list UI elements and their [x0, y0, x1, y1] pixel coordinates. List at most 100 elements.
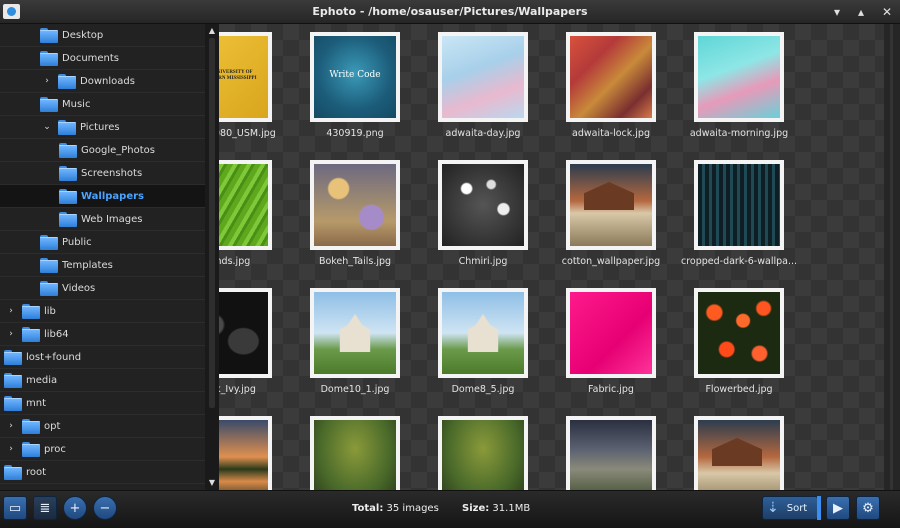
window-maximize-button[interactable]: ▴: [852, 3, 870, 21]
folder-tree-scrollbar[interactable]: ▲ ▼: [205, 24, 219, 490]
thumbnail-item[interactable]: Dark_Ivy.jpg: [219, 280, 292, 408]
sidebar-item-documents[interactable]: Documents: [0, 47, 205, 70]
chevron-right-icon[interactable]: ›: [6, 329, 16, 339]
thumbnail-item[interactable]: [219, 408, 292, 490]
sidebar-item-lost-found[interactable]: lost+found: [0, 346, 205, 369]
thumbnail-frame[interactable]: [219, 416, 272, 490]
thumbnail-frame[interactable]: THE UNIVERSITY OF SOUTHERN MISSISSIPPI: [219, 32, 272, 122]
folder-icon: [4, 373, 22, 388]
thumbnail-frame[interactable]: [438, 416, 528, 490]
thumbnail-item[interactable]: Fabric.jpg: [546, 280, 676, 408]
thumbnail-frame[interactable]: [438, 32, 528, 122]
sidebar-item-media[interactable]: media: [0, 369, 205, 392]
thumbnail-image: [442, 36, 524, 118]
sort-button[interactable]: ⇣ Sort: [762, 496, 818, 520]
sidebar-item-screenshots[interactable]: Screenshots: [0, 162, 205, 185]
sidebar-item-templates[interactable]: Templates: [0, 254, 205, 277]
status-size: Size: 31.1MB: [462, 503, 530, 514]
zoom-out-button[interactable]: −: [93, 496, 117, 520]
thumbnail-frame[interactable]: [694, 288, 784, 378]
thumbnail-frame[interactable]: [438, 160, 528, 250]
chevron-right-icon[interactable]: ›: [6, 421, 16, 431]
scrollbar-track[interactable]: [890, 24, 893, 490]
thumbnail-frame[interactable]: [219, 160, 272, 250]
show-folders-button[interactable]: ▭: [3, 496, 27, 520]
thumbnail-item[interactable]: adwaita-day.jpg: [418, 24, 548, 152]
thumbnail-item[interactable]: Flowerbed.jpg: [674, 280, 804, 408]
sidebar-item-root[interactable]: root: [0, 461, 205, 484]
folder-icon: [40, 51, 58, 66]
thumbnail-image: [698, 164, 780, 246]
thumbnail-item[interactable]: Chmiri.jpg: [418, 152, 548, 280]
thumbnail-frame[interactable]: [566, 288, 656, 378]
list-view-button[interactable]: ≣: [33, 496, 57, 520]
thumbnail-frame[interactable]: [438, 288, 528, 378]
sidebar-item-lib64[interactable]: › lib64: [0, 323, 205, 346]
chevron-down-icon[interactable]: ⌄: [42, 122, 52, 132]
app-icon[interactable]: [3, 4, 20, 19]
thumbnail-item[interactable]: [546, 408, 676, 490]
thumbnail-frame[interactable]: Write Code: [310, 32, 400, 122]
thumbnail-item[interactable]: Blinds.jpg: [219, 152, 292, 280]
thumbnail-image: [570, 164, 652, 246]
zoom-in-button[interactable]: +: [63, 496, 87, 520]
thumbnail-image: [219, 292, 268, 374]
thumbnail-filename: 430919.png: [326, 128, 384, 139]
folder-icon: [4, 396, 22, 411]
thumbnail-item[interactable]: [418, 408, 548, 490]
chevron-right-icon[interactable]: ›: [6, 444, 16, 454]
window-menu-button[interactable]: ▾: [828, 3, 846, 21]
thumbnail-item[interactable]: Write Code 430919.png: [290, 24, 420, 152]
settings-button[interactable]: ⚙: [856, 496, 880, 520]
sidebar-item-videos[interactable]: Videos: [0, 277, 205, 300]
thumbnail-item[interactable]: Dome10_1.jpg: [290, 280, 420, 408]
thumbnail-frame[interactable]: [310, 416, 400, 490]
thumbnail-item[interactable]: cropped-dark-6-wallpa...: [674, 152, 804, 280]
sidebar-item-opt[interactable]: › opt: [0, 415, 205, 438]
thumbnail-image: [698, 36, 780, 118]
chevron-right-icon[interactable]: ›: [6, 306, 16, 316]
thumbnail-frame[interactable]: [310, 288, 400, 378]
scroll-down-icon[interactable]: ▼: [205, 478, 219, 488]
sidebar-item-pictures[interactable]: ⌄ Pictures: [0, 116, 205, 139]
sidebar-item-label: Screenshots: [81, 167, 143, 179]
sidebar-item-google-photos[interactable]: Google_Photos: [0, 139, 205, 162]
thumbnail-frame[interactable]: [566, 416, 656, 490]
chevron-right-icon[interactable]: ›: [42, 76, 52, 86]
slideshow-button[interactable]: ▶: [826, 496, 850, 520]
thumbnail-item[interactable]: Dome8_5.jpg: [418, 280, 548, 408]
sidebar-item-mnt[interactable]: mnt: [0, 392, 205, 415]
scroll-up-icon[interactable]: ▲: [205, 26, 219, 36]
gear-icon: ⚙: [862, 500, 874, 516]
sort-icon: ⇣: [767, 500, 779, 516]
thumbnail-frame[interactable]: [310, 160, 400, 250]
thumbnail-item[interactable]: cotton_wallpaper.jpg: [546, 152, 676, 280]
sidebar-item-downloads[interactable]: › Downloads: [0, 70, 205, 93]
thumbnail-item[interactable]: [674, 408, 804, 490]
thumbnail-frame[interactable]: [566, 32, 656, 122]
sidebar-item-desktop[interactable]: Desktop: [0, 24, 205, 47]
thumbnail-item[interactable]: Bokeh_Tails.jpg: [290, 152, 420, 280]
thumbnail-grid: THE UNIVERSITY OF SOUTHERN MISSISSIPPI 19…: [219, 24, 884, 490]
scrollbar-thumb[interactable]: [209, 38, 215, 408]
thumbnail-image: Write Code: [314, 36, 396, 118]
sidebar-item-web-images[interactable]: Web Images: [0, 208, 205, 231]
thumbnail-item[interactable]: [290, 408, 420, 490]
sidebar-item-public[interactable]: Public: [0, 231, 205, 254]
thumbnail-item[interactable]: adwaita-morning.jpg: [674, 24, 804, 152]
folder-icon: [59, 166, 77, 181]
thumbnail-frame[interactable]: [566, 160, 656, 250]
thumbnail-frame[interactable]: [694, 416, 784, 490]
thumbnail-scrollbar[interactable]: [884, 24, 900, 490]
thumbnail-item[interactable]: THE UNIVERSITY OF SOUTHERN MISSISSIPPI 19…: [219, 24, 292, 152]
sidebar-item-lib[interactable]: › lib: [0, 300, 205, 323]
window-close-button[interactable]: ✕: [878, 3, 896, 21]
sidebar-item-wallpapers[interactable]: Wallpapers: [0, 185, 205, 208]
thumbnail-frame[interactable]: [694, 32, 784, 122]
sidebar-item-music[interactable]: Music: [0, 93, 205, 116]
thumbnail-frame[interactable]: [219, 288, 272, 378]
thumbnail-image: [570, 292, 652, 374]
sidebar-item-proc[interactable]: › proc: [0, 438, 205, 461]
thumbnail-item[interactable]: adwaita-lock.jpg: [546, 24, 676, 152]
thumbnail-frame[interactable]: [694, 160, 784, 250]
